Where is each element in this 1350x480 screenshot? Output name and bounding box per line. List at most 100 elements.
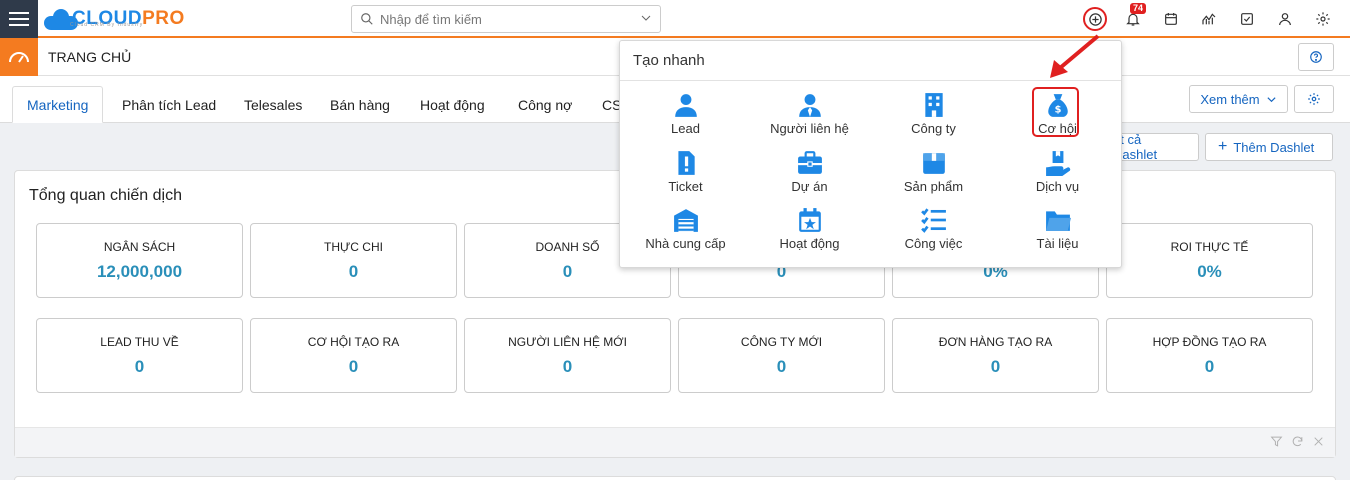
header-icons: 74 [1076, 0, 1342, 38]
page-title: TRANG CHỦ [48, 49, 132, 65]
quick-create-label: Sản phẩm [903, 179, 964, 194]
tab-sales[interactable]: Bán hàng [316, 86, 404, 123]
reports-button[interactable] [1190, 0, 1228, 38]
quick-create-service[interactable]: Dịch vụ [995, 149, 1120, 201]
quick-create-company[interactable]: Công ty [871, 91, 996, 143]
check-square-icon [1241, 13, 1253, 25]
stat-label: LEAD THU VỀ [100, 335, 179, 349]
quick-create-label: Dịch vụ [1035, 179, 1080, 194]
filter-icon[interactable] [1270, 435, 1283, 448]
stat-value: 0 [776, 357, 787, 376]
stat-card: CÔNG TY MỚI 0 [678, 318, 885, 393]
stat-label: CÔNG TY MỚI [740, 335, 823, 349]
next-panel [14, 476, 1336, 480]
logo[interactable]: CLOUDPRO [44, 4, 185, 34]
more-tabs-label: Xem thêm [1200, 91, 1260, 107]
quick-create-project[interactable]: Dự án [747, 149, 872, 201]
user-icon [1279, 13, 1291, 26]
stat-value: 12,000,000 [96, 262, 183, 281]
tab-marketing[interactable]: Marketing [12, 86, 104, 123]
stat-card: NGƯỜI LIÊN HỆ MỚI 0 [464, 318, 671, 393]
tab-debt[interactable]: Công nợ [504, 86, 586, 123]
quick-create-label: Hoạt động [779, 236, 840, 251]
plus-circle-icon [1088, 12, 1102, 26]
all-dashlets-label: ết cả Dashlet [1113, 132, 1158, 162]
tasks-button[interactable] [1228, 0, 1266, 38]
stat-card: HỢP ĐỒNG TẠO RA 0 [1106, 318, 1313, 393]
stat-value: 0 [990, 357, 1001, 376]
settings-button[interactable] [1304, 0, 1342, 38]
contact-icon [798, 94, 821, 117]
stat-label: HỢP ĐỒNG TẠO RA [1152, 335, 1267, 349]
stat-value: 0 [134, 357, 145, 376]
stat-label: ROI THỰC TẾ [1170, 240, 1249, 254]
box-icon [922, 153, 945, 174]
menu-icon[interactable] [0, 0, 38, 38]
logo-tagline: Cloud CRM By Industry [70, 22, 144, 28]
stat-card: CƠ HỘI TẠO RA 0 [250, 318, 457, 393]
chart-icon [1202, 13, 1216, 25]
quick-create-label: Công ty [911, 121, 956, 136]
building-icon [924, 93, 943, 117]
tab-lead-analysis[interactable]: Phân tích Lead [108, 86, 230, 123]
quick-create-label: Dự án [791, 179, 828, 194]
stat-card: THỰC CHI 0 [250, 223, 457, 298]
quick-create-label: Ticket [668, 179, 703, 194]
more-tabs-button[interactable]: Xem thêm [1189, 85, 1288, 113]
folder-icon [1045, 211, 1071, 231]
tab-activities[interactable]: Hoạt động [406, 86, 499, 123]
stat-card: ROI THỰC TẾ 0% [1106, 223, 1313, 298]
panel-footer [15, 427, 1335, 457]
ticket-icon [677, 151, 695, 175]
chevron-down-icon [1267, 96, 1276, 102]
briefcase-icon [797, 151, 822, 174]
calendar-icon [1165, 13, 1177, 25]
stat-label: CƠ HỘI TẠO RA [307, 335, 400, 349]
quick-create-contact[interactable]: Người liên hệ [747, 91, 872, 143]
dashboard-gauge-icon[interactable] [0, 38, 38, 76]
quick-create-lead[interactable]: Lead [623, 91, 748, 143]
plus-icon: + [1218, 138, 1228, 155]
highlight-box [1032, 87, 1079, 137]
tab-telesales[interactable]: Telesales [230, 86, 316, 123]
stat-card: LEAD THU VỀ 0 [36, 318, 243, 393]
tab-settings-button[interactable] [1294, 85, 1334, 113]
profile-button[interactable] [1266, 0, 1304, 38]
task-list-icon [920, 208, 946, 233]
annotation-arrow-icon [1050, 34, 1100, 78]
stat-card: ĐƠN HÀNG TẠO RA 0 [892, 318, 1099, 393]
search-input[interactable] [380, 11, 632, 27]
gear-icon [1316, 12, 1330, 26]
search-box[interactable] [351, 5, 661, 33]
stat-value: 0 [348, 262, 359, 281]
stat-label: ĐƠN HÀNG TẠO RA [938, 335, 1053, 349]
panel-title: Tổng quan chiến dịch [29, 187, 182, 204]
stat-card: NGÂN SÁCH 12,000,000 [36, 223, 243, 298]
gear-icon [1308, 93, 1320, 105]
quick-create-document[interactable]: Tài liệu [995, 206, 1120, 258]
quick-create-task[interactable]: Công việc [871, 206, 996, 258]
close-icon[interactable] [1312, 435, 1325, 448]
quick-create-activity[interactable]: Hoạt động [747, 206, 872, 258]
service-hand-icon [1045, 151, 1070, 176]
add-dashlet-label: Thêm Dashlet [1233, 139, 1315, 155]
quick-create-label: Lead [671, 121, 700, 136]
quick-create-label: Nhà cung cấp [645, 236, 726, 251]
refresh-icon[interactable] [1291, 435, 1304, 448]
quick-create-label: Tài liệu [1036, 236, 1079, 251]
quick-create-product[interactable]: Sản phẩm [871, 149, 996, 201]
logo-text-pro: PRO [142, 8, 185, 29]
quick-create-ticket[interactable]: Ticket [623, 149, 748, 201]
quick-create-supplier[interactable]: Nhà cung cấp [623, 206, 748, 258]
notifications-button[interactable]: 74 [1114, 0, 1152, 38]
add-dashlet-button[interactable]: + Thêm Dashlet [1205, 133, 1333, 161]
quick-create-label: Người liên hệ [770, 121, 849, 136]
calendar-button[interactable] [1152, 0, 1190, 38]
help-button[interactable] [1298, 43, 1334, 71]
stat-label: THỰC CHI [324, 240, 383, 254]
stat-value: 0% [1197, 262, 1222, 281]
stat-value: 0 [1204, 357, 1215, 376]
help-icon [1310, 51, 1322, 63]
chevron-down-icon[interactable] [632, 12, 660, 27]
search-icon [361, 13, 373, 25]
